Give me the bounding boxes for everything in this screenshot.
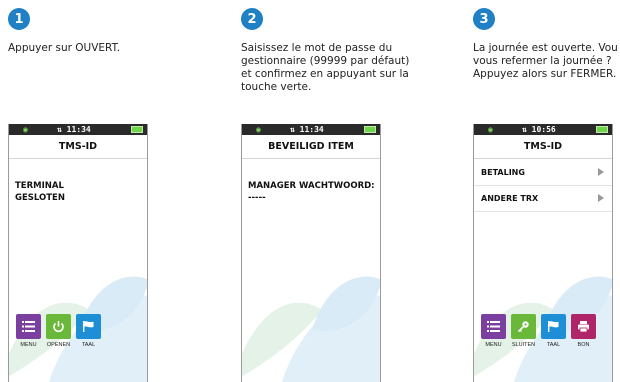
screen-title: TMS-ID — [9, 135, 147, 159]
status-bar: ◉ ⇅ 11:34 — [9, 124, 147, 135]
status-bar: ◉ ⇅ 11:34 — [242, 124, 380, 135]
step-number-badge: 3 — [473, 8, 495, 30]
key-icon — [511, 314, 536, 339]
action-tiles: MENU OPENEN TAAL — [16, 314, 101, 348]
step-1: 1 — [8, 8, 30, 30]
printer-icon — [571, 314, 596, 339]
wifi-icon: ◉ — [23, 125, 28, 134]
tile-menu[interactable]: MENU — [16, 314, 41, 348]
clock: ⇅ 11:34 — [290, 125, 324, 134]
list-icon — [481, 314, 506, 339]
terminal-screen-2: ◉ ⇅ 11:34 BEVEILIGD ITEM MANAGER WACHTWO… — [241, 124, 381, 382]
screen-title: TMS-ID — [474, 135, 612, 159]
flag-icon — [76, 314, 101, 339]
step-3: 3 — [473, 8, 495, 30]
step-3-instruction: La journée est ouverte. Vou vous referme… — [473, 42, 618, 80]
step-1-instruction: Appuyer sur OUVERT. — [8, 42, 121, 54]
chevron-right-icon — [598, 168, 604, 176]
tile-sluiten[interactable]: SLUITEN — [511, 314, 536, 348]
battery-icon — [596, 126, 608, 133]
terminal-screen-1: ◉ ⇅ 11:34 TMS-ID TERMINAL GESLOTEN MENU … — [8, 124, 148, 382]
battery-icon — [131, 126, 143, 133]
screen-title: BEVEILIGD ITEM — [242, 135, 380, 159]
step-number-badge: 1 — [8, 8, 30, 30]
action-tiles: MENU SLUITEN TAAL BON — [481, 314, 596, 348]
menu-item-betaling[interactable]: BETALING — [474, 160, 612, 186]
step-2-instruction: Saisissez le mot de passe du gestionnair… — [241, 42, 410, 93]
tile-menu[interactable]: MENU — [481, 314, 506, 348]
wifi-icon: ◉ — [488, 125, 493, 134]
step-number-badge: 2 — [241, 8, 263, 30]
tile-taal[interactable]: TAAL — [541, 314, 566, 348]
tile-openen[interactable]: OPENEN — [46, 314, 71, 348]
list-icon — [16, 314, 41, 339]
flag-icon — [541, 314, 566, 339]
tile-taal[interactable]: TAAL — [76, 314, 101, 348]
wifi-icon: ◉ — [256, 125, 261, 134]
terminal-screen-3: ◉ ⇅ 10:56 TMS-ID BETALING ANDERE TRX MEN… — [473, 124, 613, 382]
password-prompt: MANAGER WACHTWOORD: ----- — [248, 181, 375, 203]
status-bar: ◉ ⇅ 10:56 — [474, 124, 612, 135]
tile-bon[interactable]: BON — [571, 314, 596, 348]
clock: ⇅ 11:34 — [57, 125, 91, 134]
power-icon — [46, 314, 71, 339]
clock: ⇅ 10:56 — [522, 125, 556, 134]
chevron-right-icon — [598, 194, 604, 202]
step-2: 2 — [241, 8, 263, 30]
terminal-status-message: TERMINAL GESLOTEN — [15, 181, 65, 203]
battery-icon — [364, 126, 376, 133]
menu-item-andere-trx[interactable]: ANDERE TRX — [474, 186, 612, 212]
